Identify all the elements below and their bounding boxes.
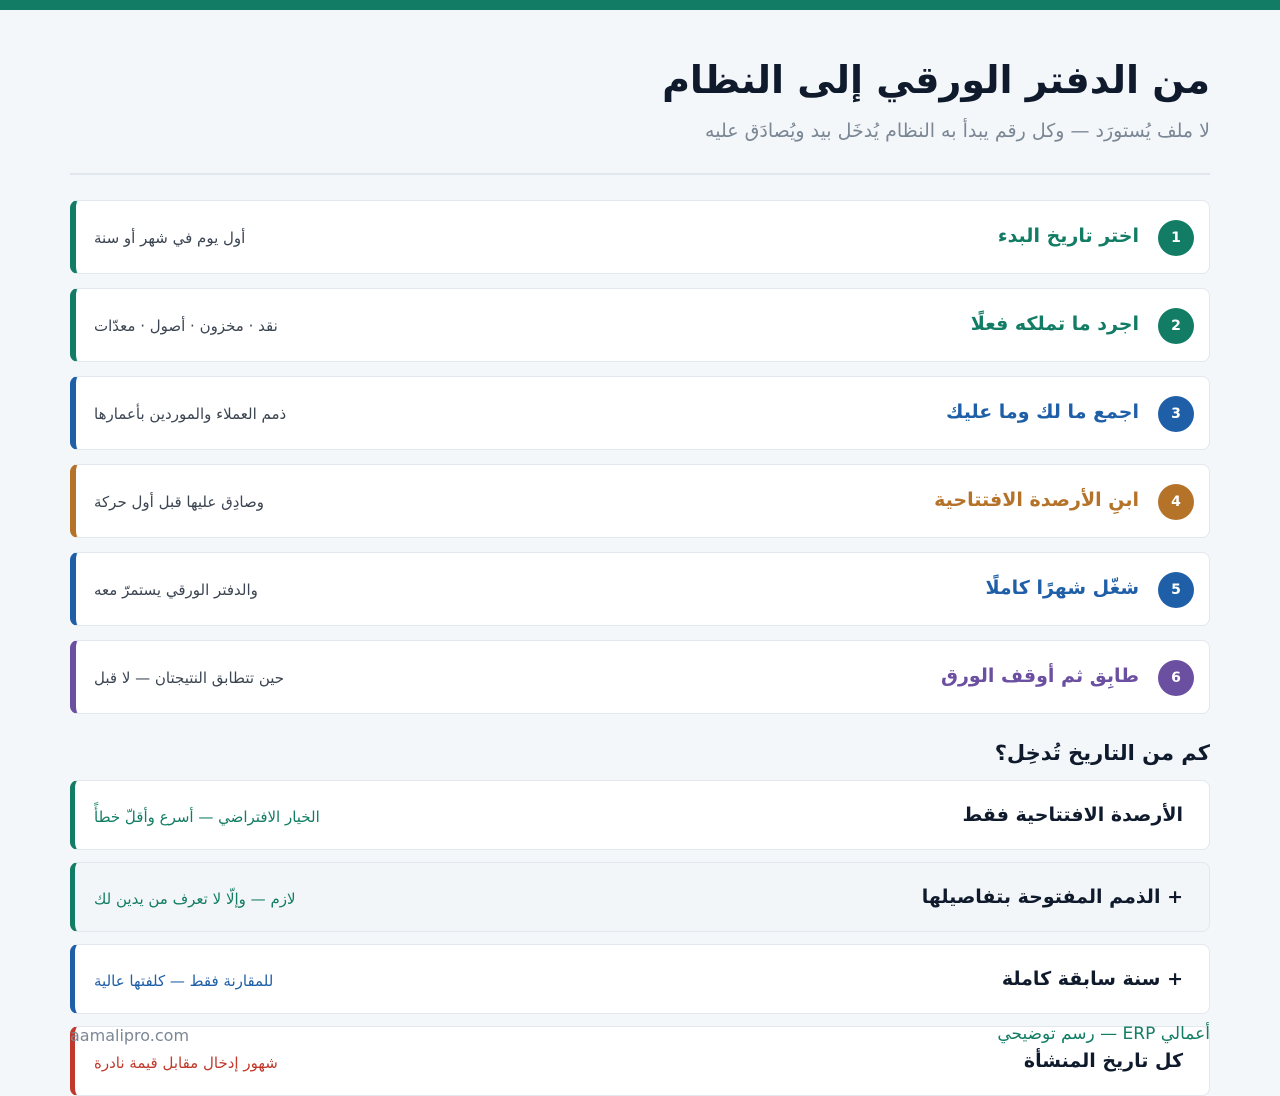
step-title: اختر تاريخ البدء [997, 225, 1139, 247]
step-note: نقد · مخزون · أصول · معدّات [94, 317, 278, 335]
step-title: اجمع ما لك وما عليك [946, 401, 1139, 423]
step-title: طابِق ثم أوقف الورق [940, 665, 1139, 687]
step-note: وصادِق عليها قبل أول حركة [94, 493, 264, 511]
footer-caption: أعمالي ERP — رسم توضيحي [997, 1024, 1210, 1044]
step-number-badge: 1 [1158, 220, 1194, 256]
option-title: كل تاريخ المنشأة [1023, 1050, 1183, 1072]
history-option-card: + سنة سابقة كاملة للمقارنة فقط — كلفتها … [70, 944, 1210, 1014]
page-subtitle: لا ملف يُستورَد — وكل رقم يبدأ به النظام… [705, 120, 1210, 142]
history-section-title: كم من التاريخ تُدخِل؟ [994, 741, 1210, 765]
top-accent-bar [0, 0, 1280, 10]
history-option-card: + الذمم المفتوحة بتفاصيلها لازم — وإلّا … [70, 862, 1210, 932]
option-title: الأرصدة الافتتاحية فقط [962, 804, 1183, 826]
step-number-badge: 6 [1158, 660, 1194, 696]
option-title: + الذمم المفتوحة بتفاصيلها [921, 886, 1183, 908]
step-title: ابنِ الأرصدة الافتتاحية [934, 489, 1139, 511]
step-number-badge: 5 [1158, 572, 1194, 608]
step-note: أول يوم في شهر أو سنة [94, 229, 246, 247]
option-note: شهور إدخال مقابل قيمة نادرة [94, 1054, 278, 1072]
footer-site-link[interactable]: aamalipro.com [70, 1026, 189, 1045]
option-note: لازم — وإلّا لا تعرف من يدين لك [94, 890, 296, 908]
step-card: 1 اختر تاريخ البدء أول يوم في شهر أو سنة [70, 200, 1210, 274]
step-card: 5 شغّل شهرًا كاملًا والدفتر الورقي يستمر… [70, 552, 1210, 626]
step-card: 3 اجمع ما لك وما عليك ذمم العملاء والمور… [70, 376, 1210, 450]
step-card: 2 اجرد ما تملكه فعلًا نقد · مخزون · أصول… [70, 288, 1210, 362]
option-title: + سنة سابقة كاملة [1001, 968, 1183, 990]
step-note: ذمم العملاء والموردين بأعمارها [94, 405, 287, 423]
page-title: من الدفتر الورقي إلى النظام [662, 58, 1210, 102]
step-note: حين تتطابق النتيجتان — لا قبل [94, 669, 285, 687]
step-number-badge: 2 [1158, 308, 1194, 344]
option-note: للمقارنة فقط — كلفتها عالية [94, 972, 274, 990]
step-note: والدفتر الورقي يستمرّ معه [94, 581, 258, 599]
history-option-card: الأرصدة الافتتاحية فقط الخيار الافتراضي … [70, 780, 1210, 850]
step-number-badge: 4 [1158, 484, 1194, 520]
step-card: 4 ابنِ الأرصدة الافتتاحية وصادِق عليها ق… [70, 464, 1210, 538]
step-card: 6 طابِق ثم أوقف الورق حين تتطابق النتيجت… [70, 640, 1210, 714]
step-title: شغّل شهرًا كاملًا [985, 577, 1139, 599]
step-title: اجرد ما تملكه فعلًا [970, 313, 1139, 335]
option-note: الخيار الافتراضي — أسرع وأقلّ خطأً [94, 808, 320, 826]
divider [70, 173, 1210, 175]
step-number-badge: 3 [1158, 396, 1194, 432]
